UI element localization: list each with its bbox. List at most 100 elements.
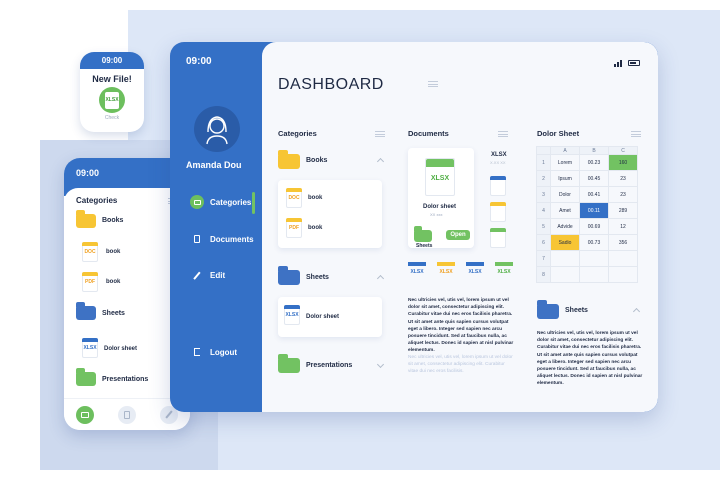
file-icon <box>490 202 506 222</box>
table-cell[interactable]: 356 <box>608 234 638 251</box>
table-cell[interactable]: Sadio <box>550 234 580 251</box>
nav-item-label: Categories <box>210 197 252 207</box>
column-header[interactable]: C <box>608 146 638 155</box>
avatar[interactable] <box>194 106 240 152</box>
row-header[interactable]: 8 <box>536 266 551 283</box>
table-cell[interactable]: 00.41 <box>579 186 609 203</box>
nav-item-logout[interactable]: Logout <box>190 345 237 359</box>
phone-folder-sheets[interactable]: Sheets <box>102 310 125 317</box>
chevron-up-icon[interactable] <box>376 274 385 283</box>
table-row: 5 Advide 00.69 12 <box>536 218 638 235</box>
phone-file-name[interactable]: book <box>106 279 120 285</box>
file-icon <box>490 176 506 196</box>
menu-icon[interactable] <box>631 131 641 137</box>
user-icon <box>206 116 228 145</box>
folder-icon <box>76 302 96 320</box>
folder-sheets[interactable]: Sheets <box>306 274 329 281</box>
xlsx-file-icon: XLSX <box>284 305 300 325</box>
nav-item-categories[interactable]: Categories <box>190 195 251 209</box>
table-cell[interactable] <box>608 250 638 267</box>
nav-item-documents[interactable]: Documents <box>190 232 254 246</box>
table-cell[interactable]: 00.73 <box>579 234 609 251</box>
nav-item-edit[interactable]: Edit <box>190 268 225 282</box>
folder-presentations[interactable]: Presentations <box>306 362 352 369</box>
chevron-up-icon[interactable] <box>376 157 385 166</box>
file-name[interactable]: book <box>308 195 322 201</box>
file-name[interactable]: Dolor sheet <box>306 314 339 320</box>
featured-file-card[interactable]: XLSX Dolor sheet XX xxx Sheets Open <box>408 148 474 249</box>
signal-icon <box>614 60 622 67</box>
table-cell[interactable]: Amet <box>550 202 580 219</box>
table-cell[interactable]: 23 <box>608 170 638 187</box>
documents-title: Documents <box>408 129 449 138</box>
menu-icon[interactable] <box>428 81 438 87</box>
menu-icon[interactable] <box>375 131 385 137</box>
dolor-sheet-title: Dolor Sheet <box>537 129 580 138</box>
xlsx-file-icon: XLSX <box>82 338 98 358</box>
sheets-file-card: XLSX Dolor sheet <box>278 297 382 337</box>
watch-time: 09:00 <box>101 56 123 65</box>
table-cell[interactable]: Dolor <box>550 186 580 203</box>
table-cell[interactable] <box>579 250 609 267</box>
table-cell[interactable]: Advide <box>550 218 580 235</box>
table-cell[interactable]: 00.45 <box>579 170 609 187</box>
document-icon[interactable] <box>118 405 136 424</box>
table-cell[interactable] <box>550 266 580 283</box>
watch-check-link[interactable]: Check <box>80 115 144 121</box>
column-header[interactable]: A <box>550 146 580 155</box>
table-cell[interactable]: Ipsum <box>550 170 580 187</box>
phone-folder-books[interactable]: Books <box>102 217 123 224</box>
nav-item-label: Logout <box>210 347 238 357</box>
row-header[interactable]: 6 <box>536 234 551 251</box>
table-cell[interactable]: 289 <box>608 202 638 219</box>
user-name: Amanda Dou <box>186 160 242 170</box>
file-type-label: XLSX <box>430 175 450 182</box>
table-cell[interactable]: 23 <box>608 186 638 203</box>
row-header[interactable]: 3 <box>536 186 551 203</box>
folder-icon <box>76 368 96 386</box>
menu-icon[interactable] <box>498 131 508 137</box>
phone-file-name[interactable]: book <box>106 249 120 255</box>
folder-label: Sheets <box>416 243 433 249</box>
tablet-screen: 09:00 Amanda Dou Categories Documents Ed… <box>170 42 658 412</box>
row-header[interactable]: 5 <box>536 218 551 235</box>
row-header[interactable]: 4 <box>536 202 551 219</box>
open-button[interactable]: Open <box>446 230 470 240</box>
table-cell[interactable]: Lorem <box>550 154 580 171</box>
selected-cell[interactable]: 00.11 <box>579 202 609 219</box>
table-row: 8 <box>536 266 638 283</box>
sheet-description: Nec ultricies vel, utis vel, lorem ipsum… <box>537 331 643 387</box>
documents-description-faded: Nec ultricies vel, utis vel, lorem ipsum… <box>408 355 513 375</box>
phone-folder-presentations[interactable]: Presentations <box>102 376 148 383</box>
folder-books[interactable]: Books <box>306 157 327 164</box>
table-row: 3 Dolor 00.41 23 <box>536 186 638 203</box>
folder-icon[interactable] <box>76 405 94 424</box>
chevron-down-icon[interactable] <box>376 360 385 369</box>
dashboard-main: DASHBOARD Categories Books DOC book PDF … <box>262 42 658 412</box>
side-file-type: XLSX <box>491 152 507 158</box>
watch-file-button[interactable]: XLSX <box>99 87 125 113</box>
table-cell[interactable]: 12 <box>608 218 638 235</box>
file-tab-stripe <box>408 262 426 266</box>
pdf-file-icon: PDF <box>82 272 98 292</box>
column-header[interactable]: B <box>579 146 609 155</box>
table-cell[interactable]: 00.23 <box>579 154 609 171</box>
file-name[interactable]: book <box>308 225 322 231</box>
row-header[interactable]: 2 <box>536 170 551 187</box>
row-header[interactable]: 7 <box>536 250 551 267</box>
chevron-up-icon[interactable] <box>632 307 641 316</box>
nav-item-label: Documents <box>210 234 254 244</box>
file-icon <box>490 228 506 248</box>
folder-sheets[interactable]: Sheets <box>565 307 588 314</box>
documents-description: Nec ultricies vel, utis vel, lorem ipsum… <box>408 298 514 354</box>
file-name: Dolor sheet <box>423 204 457 210</box>
row-header[interactable]: 1 <box>536 154 551 171</box>
table-cell[interactable] <box>579 266 609 283</box>
table-cell[interactable] <box>608 266 638 283</box>
spreadsheet-grid[interactable]: A B C 1 Lorem 00.23 160 2 Ipsum 00.45 23… <box>536 146 638 283</box>
side-file-meta: X.XX XX <box>490 160 506 165</box>
phone-file-name[interactable]: Dolor sheet <box>104 346 137 352</box>
table-cell[interactable] <box>550 250 580 267</box>
table-cell[interactable]: 00.69 <box>579 218 609 235</box>
table-cell[interactable]: 160 <box>608 154 638 171</box>
